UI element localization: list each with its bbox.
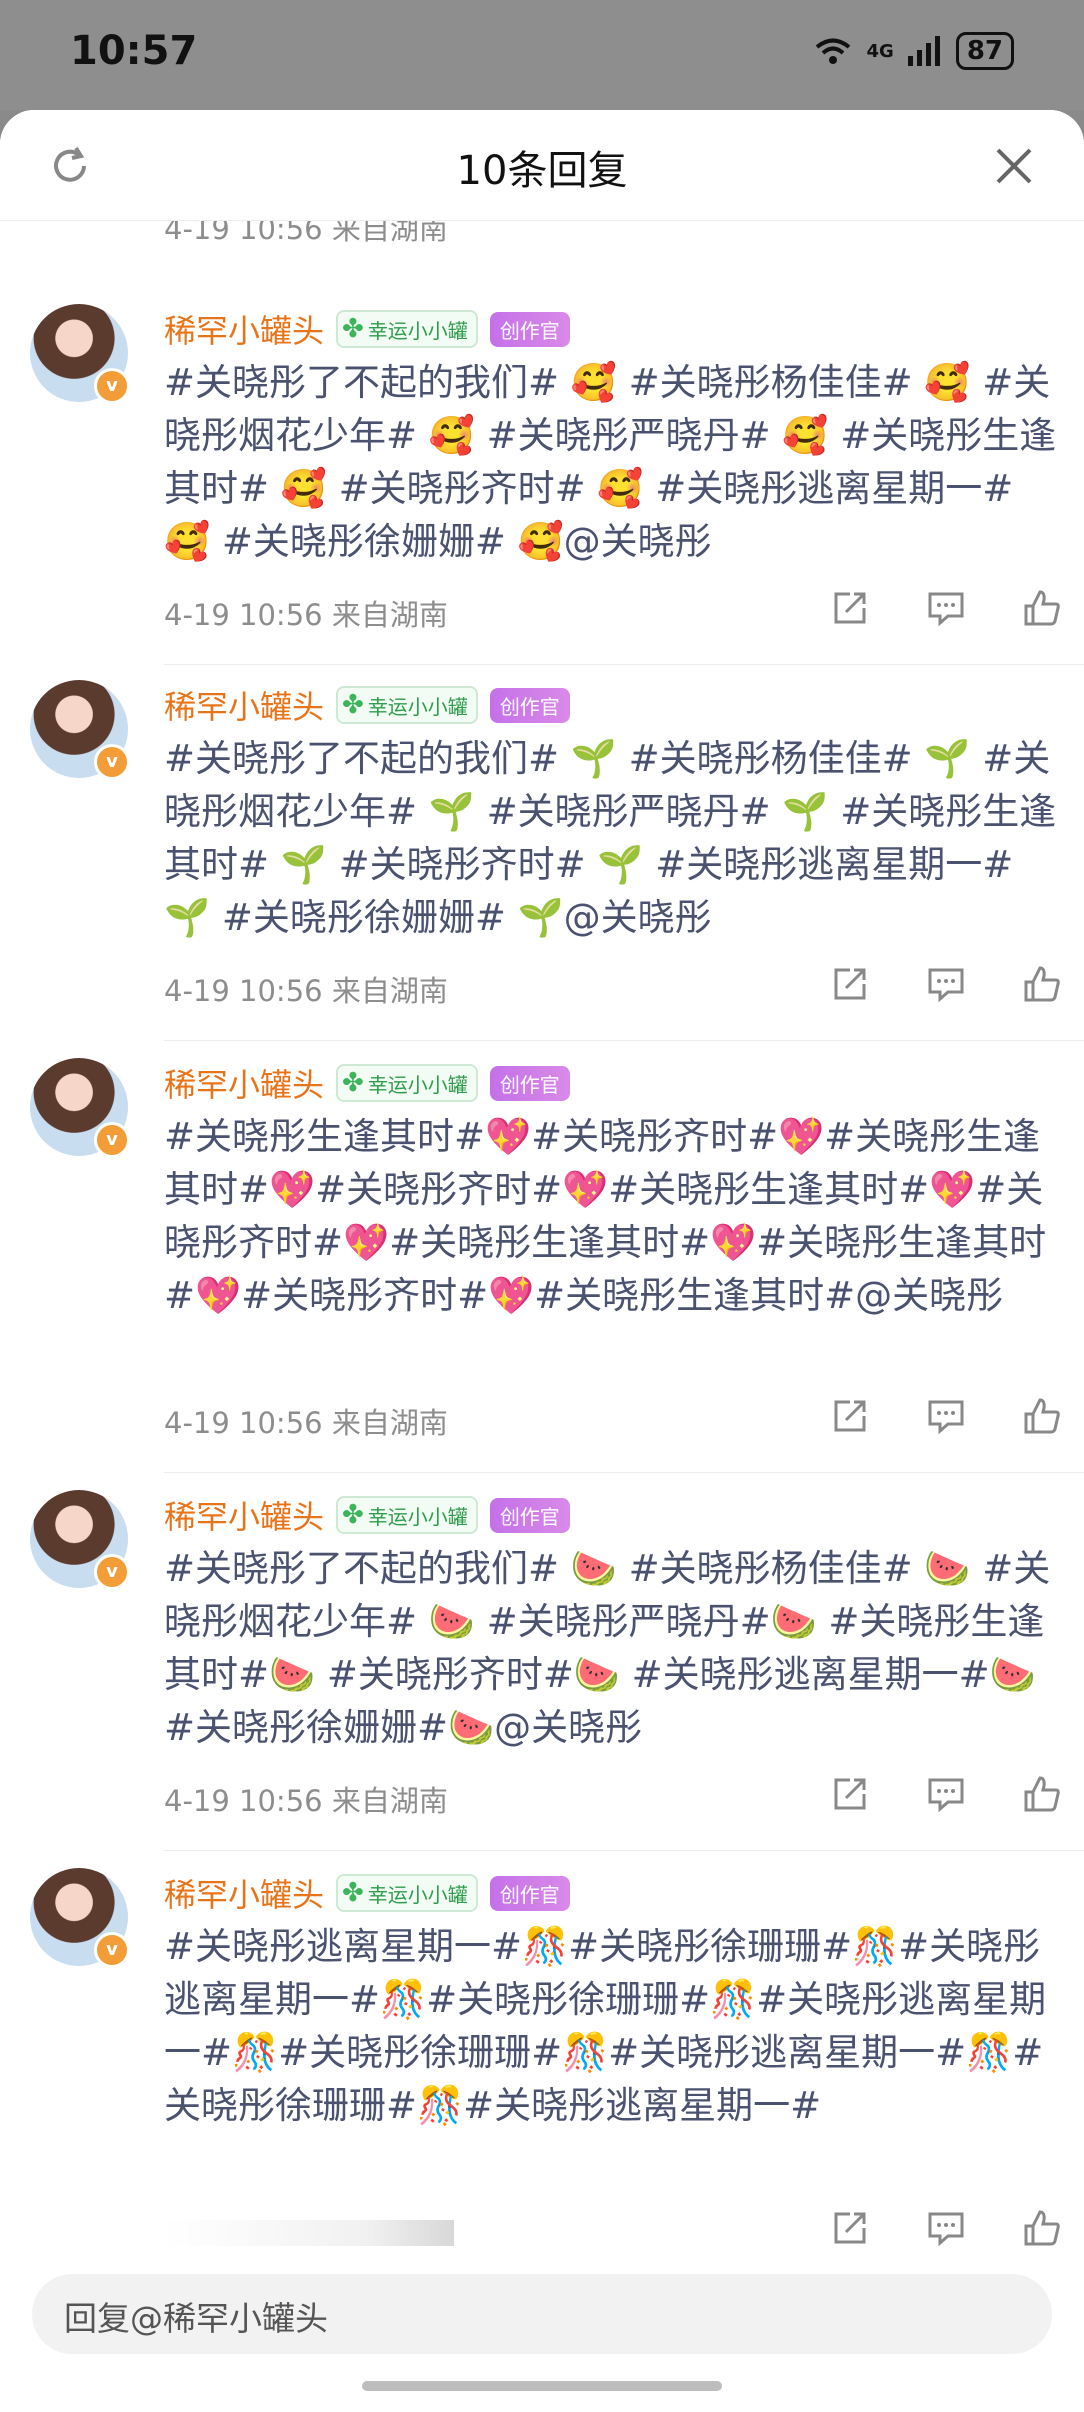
comment-text: #关晓彤逃离星期一#🎊#关晓彤徐珊珊#🎊#关晓彤逃离星期一#🎊#关晓彤徐珊珊#🎊…	[164, 1925, 1047, 2127]
comment-list[interactable]: 4-19 10:56 来自湖南 v 稀罕小罐头 ✤ 幸运小小罐 创作官 #关晓彤了…	[0, 220, 1084, 2250]
home-indicator[interactable]	[362, 2381, 722, 2391]
avatar[interactable]: v	[30, 1868, 130, 1968]
comment-meta: 4-19 10:56 来自湖南	[164, 1406, 448, 1440]
partial-comment-footer: 4-19 10:56 来自湖南	[164, 220, 1064, 246]
reply-input[interactable]: 回复@稀罕小罐头	[32, 2274, 1052, 2354]
share-icon[interactable]	[828, 2206, 872, 2250]
username[interactable]: 稀罕小罐头	[164, 306, 324, 352]
lucky-badge: ✤ 幸运小小罐	[336, 1874, 478, 1912]
blurred-meta	[164, 2220, 454, 2246]
reply-icon[interactable]	[924, 1394, 968, 1438]
divider	[164, 1040, 1084, 1041]
comment-text: #关晓彤了不起的我们# 🥰 #关晓彤杨佳佳# 🥰 #关晓彤烟花少年# 🥰 #关晓…	[164, 361, 1057, 563]
comment-text: #关晓彤了不起的我们# 🍉 #关晓彤杨佳佳# 🍉 #关晓彤烟花少年# 🍉 #关晓…	[164, 1547, 1051, 1749]
comment-meta: 4-19 10:56 来自湖南	[164, 220, 448, 246]
reply-icon[interactable]	[924, 586, 968, 630]
network-type: 4G	[866, 40, 894, 62]
clover-icon: ✤	[342, 1878, 364, 1908]
comment-header: 稀罕小罐头 ✤ 幸运小小罐 创作官	[164, 1870, 570, 1916]
comment-header: 稀罕小罐头 ✤ 幸运小小罐 创作官	[164, 306, 570, 352]
comment-meta: 4-19 10:56 来自湖南	[164, 1784, 448, 1818]
share-icon[interactable]	[828, 1394, 872, 1438]
avatar[interactable]: v	[30, 1058, 130, 1158]
wifi-icon	[815, 38, 850, 64]
signal-icon	[907, 36, 940, 66]
comment-actions	[828, 962, 1064, 1006]
comment-text: #关晓彤了不起的我们# 🌱 #关晓彤杨佳佳# 🌱 #关晓彤烟花少年# 🌱 #关晓…	[164, 737, 1057, 939]
share-icon[interactable]	[828, 1772, 872, 1816]
status-icons: 4G 87	[813, 32, 1014, 70]
comment-header: 稀罕小罐头 ✤ 幸运小小罐 创作官	[164, 1492, 570, 1538]
clover-icon: ✤	[342, 1500, 364, 1530]
avatar[interactable]: v	[30, 680, 130, 780]
lucky-badge: ✤ 幸运小小罐	[336, 686, 478, 724]
share-icon[interactable]	[828, 962, 872, 1006]
reply-placeholder: 回复@稀罕小罐头	[64, 2299, 328, 2338]
comment-actions	[828, 1772, 1064, 1816]
username[interactable]: 稀罕小罐头	[164, 1870, 324, 1916]
sheet-title: 10条回复	[456, 148, 628, 194]
verified-icon: v	[94, 1932, 130, 1968]
lucky-badge: ✤ 幸运小小罐	[336, 310, 478, 348]
divider	[164, 1472, 1084, 1473]
divider	[164, 664, 1084, 665]
sheet-header: 10条回复	[0, 110, 1084, 221]
status-time: 10:57	[70, 28, 198, 74]
creator-badge: 创作官	[489, 687, 570, 723]
share-icon[interactable]	[828, 586, 872, 630]
avatar[interactable]: v	[30, 304, 130, 404]
username[interactable]: 稀罕小罐头	[164, 682, 324, 728]
creator-badge: 创作官	[489, 311, 570, 347]
like-icon[interactable]	[1020, 1394, 1064, 1438]
like-icon[interactable]	[1020, 962, 1064, 1006]
reply-icon[interactable]	[924, 1772, 968, 1816]
like-icon[interactable]	[1020, 1772, 1064, 1816]
comment-actions	[828, 2206, 1064, 2250]
reply-icon[interactable]	[924, 962, 968, 1006]
clover-icon: ✤	[342, 314, 364, 344]
comment-header: 稀罕小罐头 ✤ 幸运小小罐 创作官	[164, 1060, 570, 1106]
username[interactable]: 稀罕小罐头	[164, 1060, 324, 1106]
like-icon[interactable]	[1020, 586, 1064, 630]
comment-text: #关晓彤生逢其时#💖#关晓彤齐时#💖#关晓彤生逢其时#💖#关晓彤齐时#💖#关晓彤…	[164, 1115, 1047, 1317]
lucky-badge: ✤ 幸运小小罐	[336, 1064, 478, 1102]
comment-actions	[828, 1394, 1064, 1438]
username[interactable]: 稀罕小罐头	[164, 1492, 324, 1538]
clover-icon: ✤	[342, 690, 364, 720]
reply-icon[interactable]	[924, 2206, 968, 2250]
comment-header: 稀罕小罐头 ✤ 幸运小小罐 创作官	[164, 682, 570, 728]
replies-sheet: 10条回复 4-19 10:56 来自湖南 v 稀罕小罐头 ✤ 幸运小小罐 创作官…	[0, 110, 1084, 2412]
verified-icon: v	[94, 1554, 130, 1590]
battery-indicator: 87	[955, 32, 1014, 70]
creator-badge: 创作官	[489, 1497, 570, 1533]
close-icon[interactable]	[988, 140, 1040, 192]
verified-icon: v	[94, 1122, 130, 1158]
comment-meta: 4-19 10:56 来自湖南	[164, 974, 448, 1008]
like-icon[interactable]	[1020, 2206, 1064, 2250]
avatar[interactable]: v	[30, 1490, 130, 1590]
creator-badge: 创作官	[489, 1875, 570, 1911]
creator-badge: 创作官	[489, 1065, 570, 1101]
clover-icon: ✤	[342, 1068, 364, 1098]
divider	[164, 1850, 1084, 1851]
verified-icon: v	[94, 744, 130, 780]
comment-meta: 4-19 10:56 来自湖南	[164, 598, 448, 632]
comment-actions	[828, 586, 1064, 630]
verified-icon: v	[94, 368, 130, 404]
status-bar: 10:57 4G 87	[0, 0, 1084, 110]
lucky-badge: ✤ 幸运小小罐	[336, 1496, 478, 1534]
